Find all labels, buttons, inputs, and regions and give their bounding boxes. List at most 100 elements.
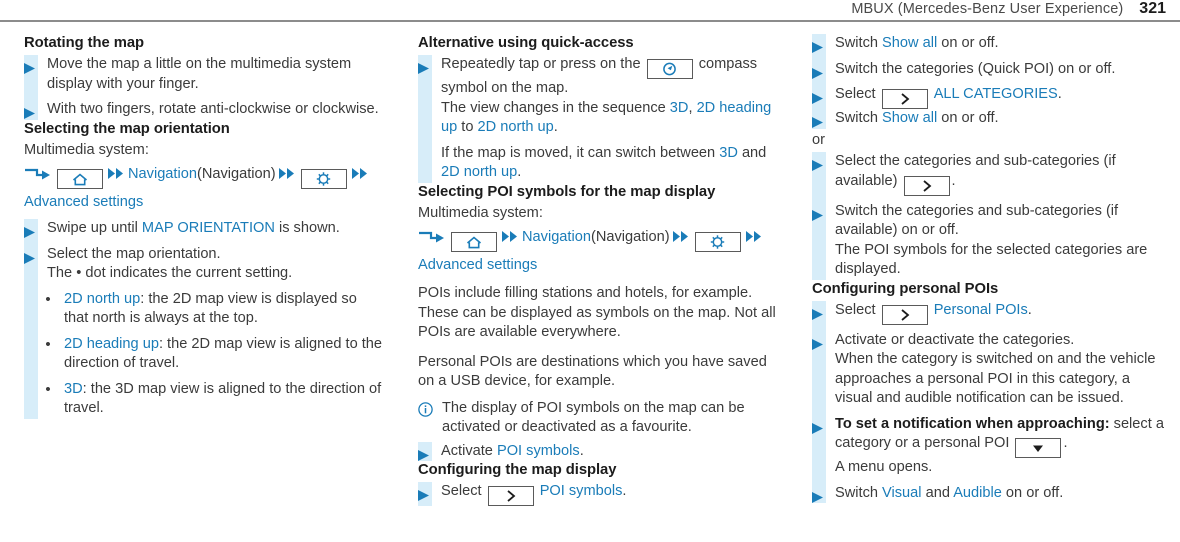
- triangle-bullet-icon: [24, 245, 38, 265]
- menu-item-navigation[interactable]: Navigation: [522, 229, 591, 245]
- option-desc: : the 3D map view is aligned to the dire…: [64, 380, 382, 417]
- column-2: Alternative using quick-access Repeatedl…: [394, 34, 788, 542]
- triangle-bullet-icon: [24, 219, 38, 239]
- home-icon[interactable]: [451, 232, 497, 252]
- step-swipe-up: Swipe up until MAP ORIENTATION is shown.: [24, 219, 384, 239]
- step-select-all-categories: Select ALL CATEGORIES.: [812, 85, 1168, 109]
- orientation-options-list: • 2D north up: the 2D map view is displa…: [24, 290, 384, 419]
- step-sequence-pre: The view changes in the sequence: [441, 99, 670, 116]
- step-text-pre: Select: [835, 301, 880, 318]
- step-activate-poi-symbols: Activate POI symbols.: [418, 442, 778, 462]
- triangle-bullet-icon: [812, 152, 826, 172]
- triangle-bullet-icon: [418, 55, 432, 75]
- setting-poi-symbols[interactable]: POI symbols: [540, 483, 623, 499]
- step-text-post: .: [1027, 301, 1032, 318]
- step-switch-subcategories: Switch the categories and sub-categories…: [812, 202, 1168, 280]
- step-text: With two fingers, rotate anti-clockwise …: [47, 101, 379, 117]
- paragraph-personal-poi: Personal POIs are destinations which you…: [418, 353, 767, 390]
- content-columns: Rotating the map Move the map a little o…: [0, 34, 1180, 542]
- step-text-post: .: [1057, 86, 1062, 102]
- heading-alternative-quick-access: Alternative using quick-access: [418, 35, 634, 51]
- list-item: • 2D heading up: the 2D map view is alig…: [24, 335, 384, 374]
- option-3d[interactable]: 3D: [719, 145, 738, 161]
- setting-show-all[interactable]: Show all: [882, 110, 937, 126]
- step-note: A menu opens.: [835, 459, 933, 475]
- step-text-post: .: [1063, 435, 1068, 451]
- step-text-post: on or off.: [1001, 484, 1064, 501]
- option-2d-north-up[interactable]: 2D north up: [441, 164, 517, 180]
- setting-audible[interactable]: Audible: [953, 485, 1002, 501]
- chevron-right-box-icon[interactable]: [881, 89, 928, 109]
- step-select-orientation: Select the map orientation. The • dot in…: [24, 245, 384, 284]
- step-switch-show-all-2: Switch Show all on or off.: [812, 109, 1168, 129]
- setting-map-orientation[interactable]: MAP ORIENTATION: [142, 220, 275, 236]
- option-3d[interactable]: 3D: [670, 100, 689, 116]
- sep: and: [921, 484, 954, 501]
- multimedia-system-label: Multimedia system:: [418, 204, 543, 221]
- step-text-pre: Switch: [835, 110, 883, 126]
- step-group-map-orientation: Swipe up until MAP ORIENTATION is shown.…: [24, 219, 384, 419]
- info-note-poi-display: The display of POI symbols on the map ca…: [418, 399, 778, 438]
- triangle-bullet-icon: [812, 415, 826, 435]
- heading-selecting-map-orientation: Selecting the map orientation: [24, 120, 230, 137]
- step-select-subcategories: Select the categories and sub-categories…: [812, 152, 1168, 196]
- triangle-bullet-icon: [812, 202, 826, 222]
- triangle-down-box-icon[interactable]: [1015, 438, 1062, 458]
- step-text-pre: Select: [441, 483, 486, 499]
- step-switch-show-all-1: Switch Show all on or off.: [812, 34, 1168, 54]
- setting-poi-symbols[interactable]: POI symbols: [497, 443, 580, 459]
- step-note: The • dot indicates the current setting.: [47, 265, 293, 281]
- gear-icon[interactable]: [694, 232, 741, 252]
- setting-show-all[interactable]: Show all: [882, 35, 937, 51]
- menu-item-advanced-settings[interactable]: Advanced settings: [418, 257, 537, 273]
- menu-item-advanced-settings[interactable]: Advanced settings: [24, 194, 143, 210]
- option-3d[interactable]: 3D: [64, 381, 83, 397]
- chevron-right-box-icon[interactable]: [881, 304, 928, 325]
- triangle-bullet-icon: [24, 100, 38, 120]
- step-group-activate-poi: Activate POI symbols.: [418, 441, 778, 462]
- option-2d-north-up[interactable]: 2D north up: [478, 119, 554, 135]
- step-text-post: .: [622, 483, 627, 499]
- step-group-personal-pois: Select Personal POIs. Activate or deacti…: [812, 300, 1168, 504]
- compass-icon[interactable]: [646, 59, 693, 79]
- step-rotate-fingers: With two fingers, rotate anti-clockwise …: [24, 100, 384, 120]
- heading-configuring-map-display: Configuring the map display: [418, 462, 617, 478]
- step-note: When the category is switched on and the…: [835, 351, 1156, 406]
- option-2d-north-up[interactable]: 2D north up: [64, 291, 140, 307]
- triangle-bullet-icon: [812, 484, 826, 504]
- option-2d-heading-up[interactable]: 2D heading up: [64, 336, 159, 352]
- bent-arrow-icon: [24, 165, 50, 190]
- step-select-personal-pois: Select Personal POIs.: [812, 301, 1168, 325]
- step-text-pre: Switch: [835, 35, 883, 51]
- triangle-bullet-icon: [418, 442, 432, 462]
- chevron-right-box-icon[interactable]: [487, 486, 534, 506]
- triangle-bullet-icon: [812, 331, 826, 351]
- step-text-post: .: [579, 442, 584, 459]
- setting-personal-pois[interactable]: Personal POIs: [934, 302, 1028, 318]
- menu-item-navigation[interactable]: Navigation: [128, 166, 197, 182]
- double-chevron-icon: [502, 223, 519, 248]
- heading-configuring-personal-pois: Configuring personal POIs: [812, 280, 999, 297]
- header-rule: [0, 20, 1180, 22]
- setting-all-categories[interactable]: ALL CATEGORIES: [934, 86, 1058, 102]
- paragraph-poi-explanation: POIs include filling stations and hotels…: [418, 285, 776, 340]
- step-group-poi-categories: Switch Show all on or off. Switch the ca…: [812, 34, 1168, 129]
- home-icon[interactable]: [57, 169, 103, 189]
- heading-selecting-poi-symbols: Selecting POI symbols for the map displa…: [418, 183, 716, 200]
- sep: ,: [688, 99, 697, 116]
- step-text: Switch the categories and sub-categories…: [835, 202, 1119, 239]
- gear-icon[interactable]: [300, 169, 347, 189]
- triangle-bullet-icon: [812, 85, 826, 105]
- step-activate-categories: Activate or deactivate the categories. W…: [812, 331, 1168, 409]
- list-item: • 2D north up: the 2D map view is displa…: [24, 290, 384, 329]
- dot-bullet-icon: •: [45, 290, 51, 308]
- step-text-post: on or off.: [937, 110, 999, 126]
- sep: .: [517, 164, 522, 180]
- sep: and: [737, 144, 767, 161]
- note-text: The display of POI symbols on the map ca…: [442, 399, 745, 436]
- step-text-pre: Switch: [835, 484, 883, 501]
- alternative-or-label: or: [812, 131, 825, 148]
- chevron-right-box-icon[interactable]: [903, 175, 950, 196]
- step-group-subcategories: Select the categories and sub-categories…: [812, 152, 1168, 280]
- setting-visual[interactable]: Visual: [882, 485, 921, 501]
